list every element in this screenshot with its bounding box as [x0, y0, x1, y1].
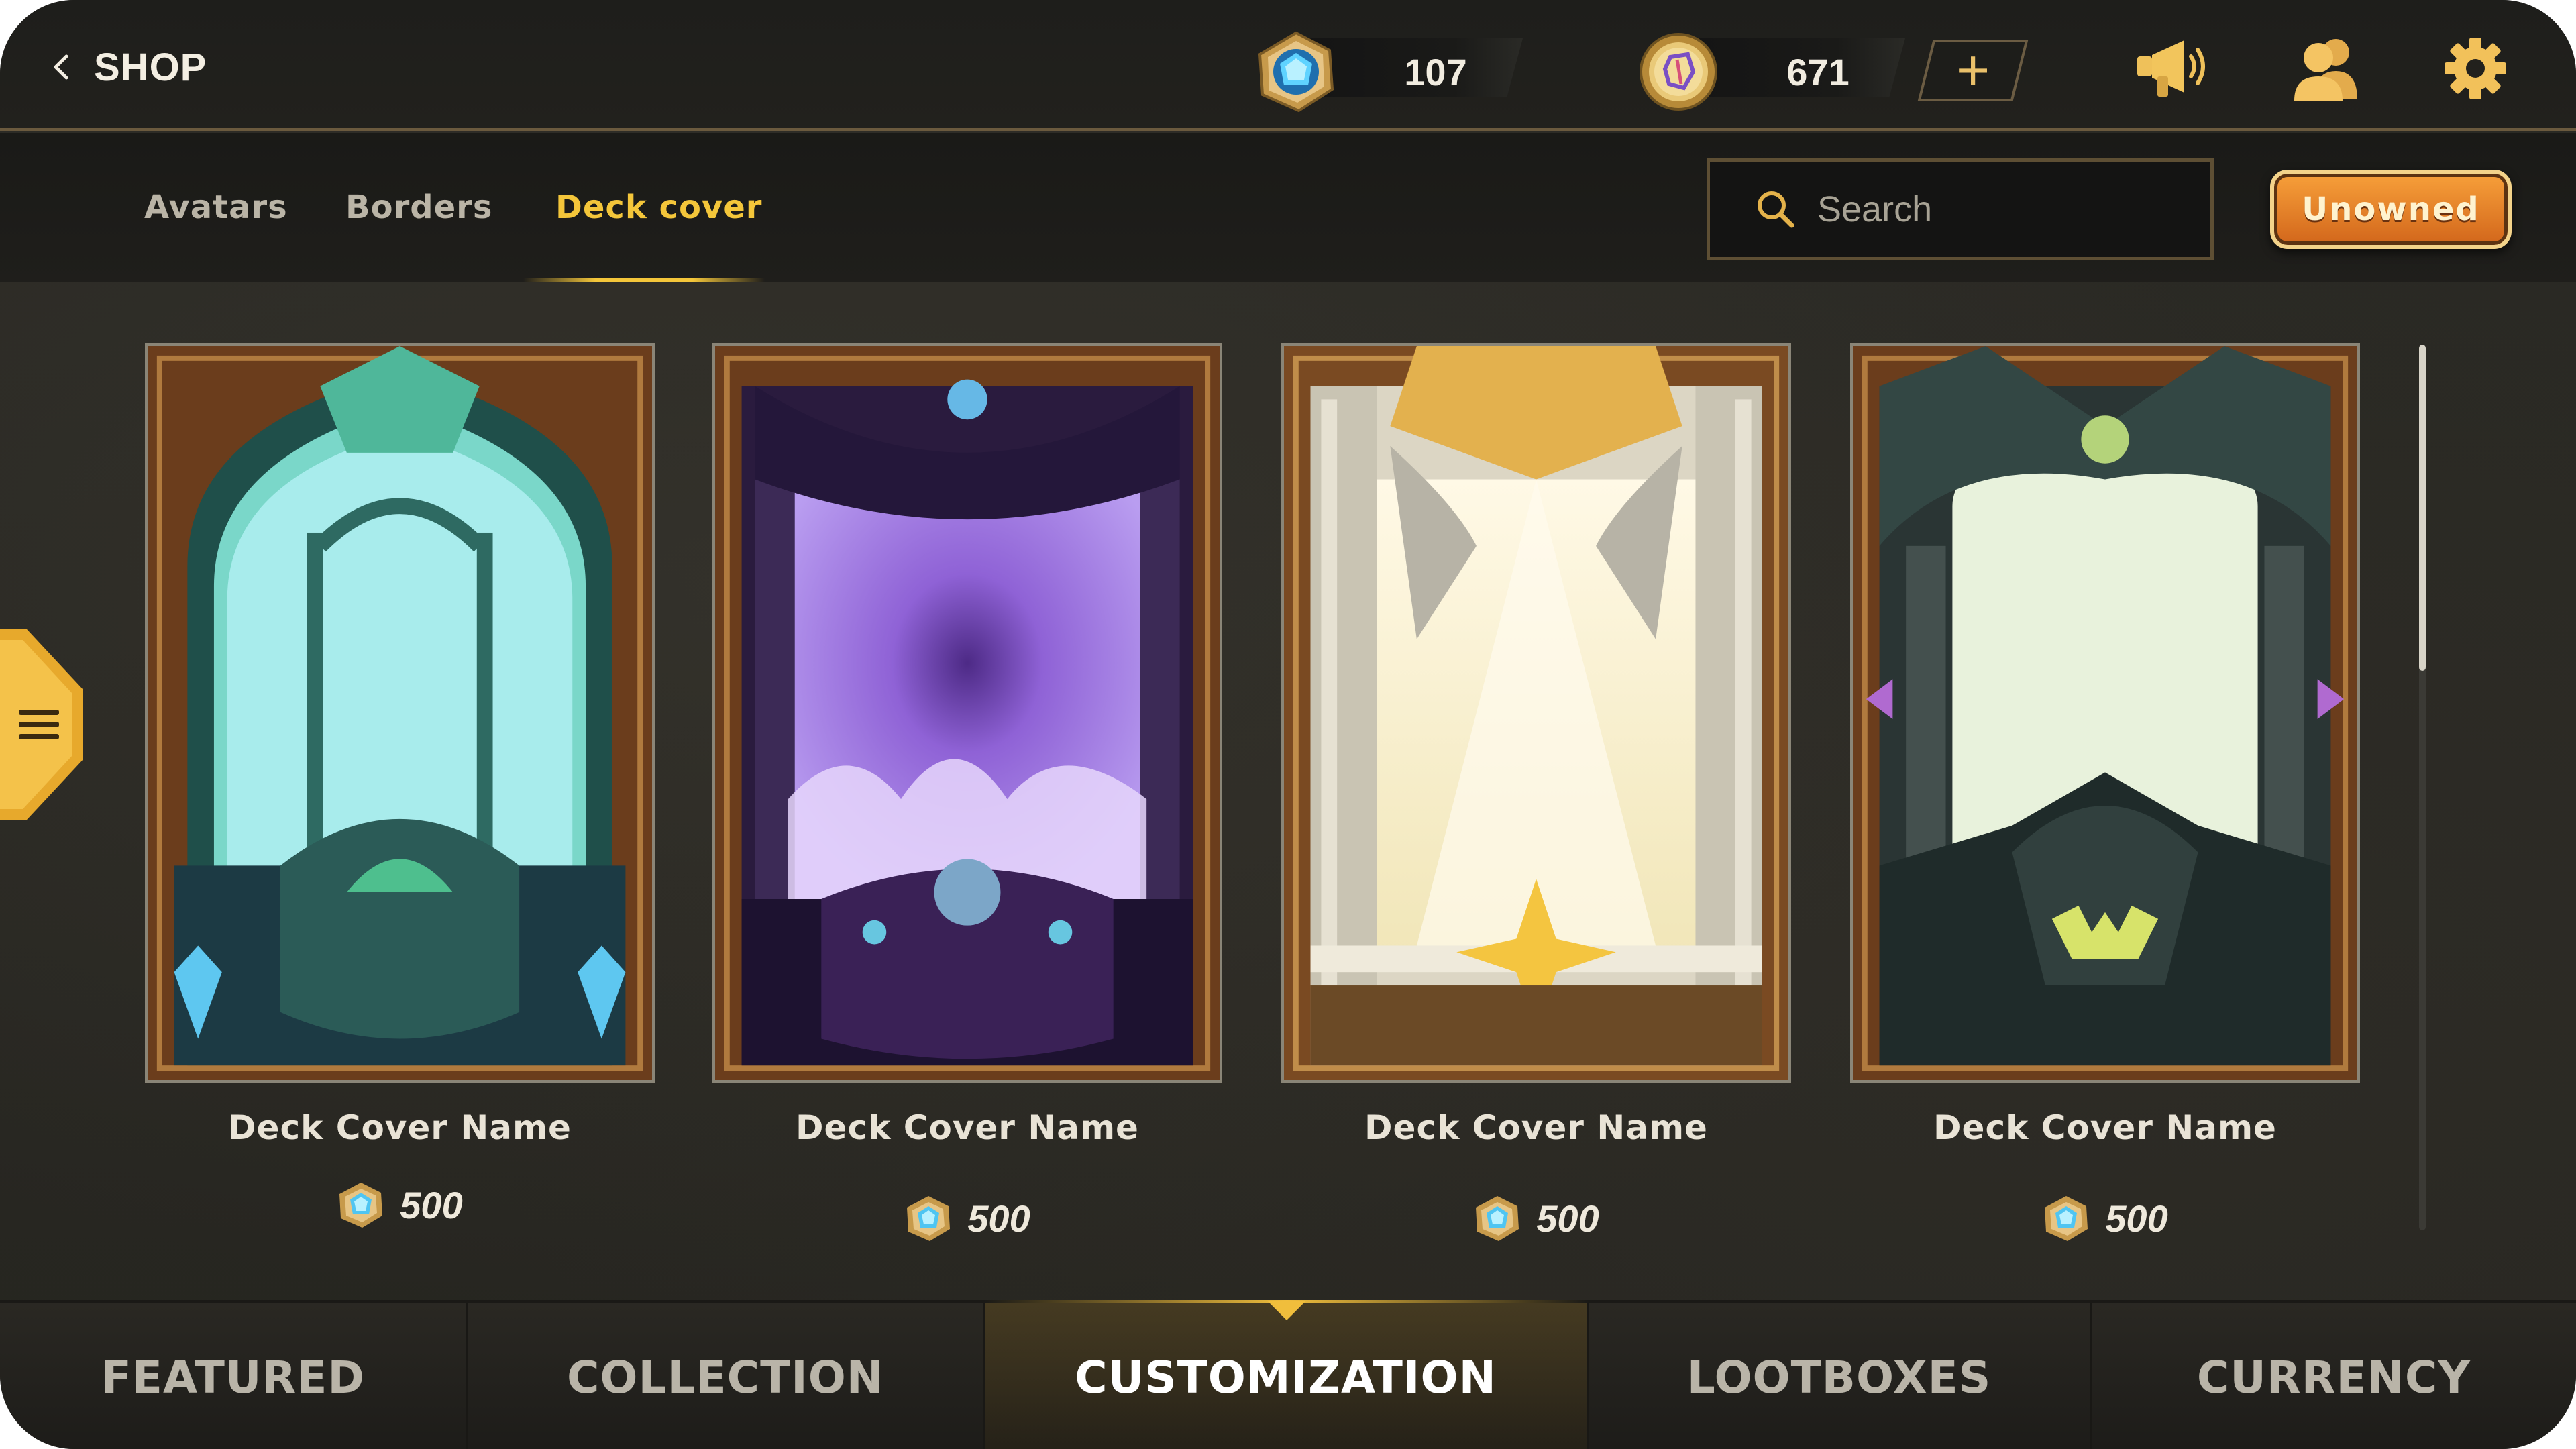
deck-cover-name-2: Deck Cover Name: [796, 1108, 1139, 1147]
gear-icon[interactable]: [2436, 35, 2514, 102]
deck-cover-art-violet: [715, 346, 1220, 1080]
friends-icon[interactable]: [2288, 35, 2365, 102]
unowned-label: Unowned: [2302, 191, 2480, 228]
active-nav-marker-icon: [1268, 1301, 1305, 1320]
price-value: 500: [2105, 1197, 2168, 1240]
chevron-left-icon: [54, 54, 68, 80]
coin-currency-icon: [1640, 33, 1717, 111]
nav-tab-featured[interactable]: FEATURED: [0, 1303, 468, 1449]
active-tab-underline: [523, 278, 765, 282]
deck-cover-art-dragon: [1853, 346, 2357, 1080]
search-input[interactable]: [1817, 189, 2180, 230]
unowned-filter-button[interactable]: Unowned: [2270, 170, 2512, 249]
nav-tab-customization[interactable]: CUSTOMIZATION: [985, 1303, 1589, 1449]
hamburger-menu-icon[interactable]: [0, 629, 83, 820]
nav-label-featured: FEATURED: [101, 1351, 366, 1403]
nav-label-customization: CUSTOMIZATION: [1075, 1351, 1497, 1403]
price-value: 500: [967, 1197, 1030, 1240]
nav-label-currency: CURRENCY: [2196, 1351, 2471, 1403]
nav-label-lootboxes: LOOTBOXES: [1686, 1351, 1992, 1403]
deck-cover-card-violet[interactable]: [712, 343, 1222, 1083]
nav-tab-lootboxes[interactable]: LOOTBOXES: [1589, 1303, 2092, 1449]
tab-deck-cover[interactable]: Deck cover: [555, 189, 762, 226]
gem-currency-icon: [1476, 1196, 1519, 1241]
nav-label-collection: COLLECTION: [566, 1351, 885, 1403]
deck-cover-price-2: 500: [712, 1194, 1222, 1242]
coin-currency: 671 +: [1637, 30, 2039, 111]
search-icon: [1758, 191, 1794, 228]
deck-cover-art-golden: [1284, 346, 1788, 1080]
tab-borders[interactable]: Borders: [345, 189, 492, 226]
tab-avatars[interactable]: Avatars: [144, 189, 288, 226]
gem-currency-icon: [1258, 31, 1334, 113]
scrollbar-thumb[interactable]: [2419, 345, 2426, 671]
deck-cover-art-emerald: [148, 346, 652, 1080]
gem-currency-icon: [2045, 1196, 2088, 1241]
back-button[interactable]: SHOP: [47, 40, 207, 94]
deck-cover-name-4: Deck Cover Name: [1933, 1108, 2277, 1147]
bottom-nav: FEATURED COLLECTION CUSTOMIZATION LOOTBO…: [0, 1300, 2576, 1449]
price-value: 500: [400, 1183, 463, 1226]
gem-currency-icon: [339, 1183, 383, 1228]
deck-cover-name-3: Deck Cover Name: [1364, 1108, 1708, 1147]
megaphone-icon[interactable]: [2133, 35, 2211, 102]
deck-cover-card-emerald[interactable]: [145, 343, 655, 1083]
price-value: 500: [1536, 1197, 1599, 1240]
deck-cover-price-4: 500: [1850, 1194, 2360, 1242]
search-box[interactable]: [1707, 158, 2214, 260]
gem-currency-icon: [907, 1196, 951, 1241]
deck-cover-card-golden[interactable]: [1281, 343, 1791, 1083]
deck-cover-name-1: Deck Cover Name: [228, 1108, 572, 1147]
coin-amount: 671: [1786, 51, 1849, 93]
gem-amount: 107: [1404, 51, 1467, 93]
plus-icon: +: [1955, 38, 1990, 103]
deck-cover-price-3: 500: [1281, 1194, 1791, 1242]
subtab-bar: Avatars Borders Deck cover Unowned: [0, 133, 2576, 282]
game-screen: SHOP 107 671 + Avatars Borders Deck cove…: [0, 0, 2576, 1449]
deck-cover-price-1: 500: [145, 1181, 655, 1229]
nav-tab-currency[interactable]: CURRENCY: [2092, 1303, 2576, 1449]
gem-currency: 107: [1254, 30, 1563, 113]
deck-cover-card-dragon[interactable]: [1850, 343, 2360, 1083]
nav-tab-collection[interactable]: COLLECTION: [468, 1303, 985, 1449]
back-label: SHOP: [94, 45, 207, 89]
add-coins-button[interactable]: +: [1917, 38, 2029, 103]
top-bar: SHOP 107 671 +: [0, 0, 2576, 131]
